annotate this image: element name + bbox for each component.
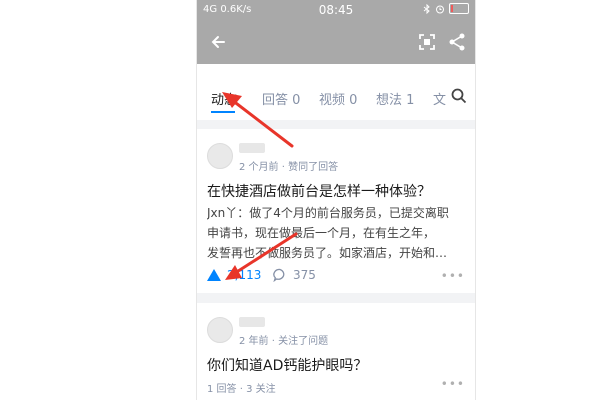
blurred-username bbox=[239, 143, 265, 153]
question-title[interactable]: 在快捷酒店做前台是怎样一种体验？ bbox=[207, 181, 431, 201]
excerpt-line: Jxn丫：做了4个月的前台服务员，已提交离职 bbox=[207, 206, 449, 220]
blurred-username bbox=[239, 317, 265, 327]
back-arrow-icon[interactable] bbox=[209, 32, 229, 52]
comment-count: 375 bbox=[293, 268, 316, 282]
upvote-button[interactable]: 2,113 bbox=[207, 268, 261, 282]
question-stats: 1 回答 · 3 关注 bbox=[207, 384, 276, 395]
profile-tabs: 动态 回答 0 视频 0 想法 1 文 bbox=[197, 64, 475, 120]
scan-qr-icon[interactable] bbox=[417, 32, 437, 52]
excerpt-line: 发誓再也不做服务员了。如家酒店，开始和… bbox=[207, 246, 448, 260]
upvote-count: 2,113 bbox=[227, 268, 262, 282]
status-icons bbox=[423, 3, 469, 14]
activity-meta: 2 年前 · 关注了问题 bbox=[239, 336, 329, 347]
question-title[interactable]: 你们知道AD钙能护眼吗？ bbox=[207, 355, 367, 375]
avatar[interactable] bbox=[207, 143, 233, 169]
activity-meta: 2 个月前 · 赞同了回答 bbox=[239, 162, 339, 173]
status-bar: 4G 0.6K/s 08:45 bbox=[197, 0, 475, 20]
more-options-icon[interactable]: ••• bbox=[441, 269, 465, 283]
app-toolbar bbox=[197, 20, 475, 64]
more-options-icon[interactable]: ••• bbox=[441, 377, 465, 391]
search-icon[interactable] bbox=[451, 88, 467, 104]
comment-button[interactable]: 375 bbox=[273, 268, 316, 282]
tab-videos[interactable]: 视频 0 bbox=[319, 89, 357, 108]
feed-card[interactable]: 2 个月前 · 赞同了回答 在快捷酒店做前台是怎样一种体验？ Jxn丫：做了4个… bbox=[197, 129, 475, 293]
upvote-triangle-icon bbox=[207, 269, 221, 281]
tab-activity[interactable]: 动态 bbox=[211, 89, 237, 108]
feed-card[interactable]: 2 年前 · 关注了问题 你们知道AD钙能护眼吗？ 1 回答 · 3 关注 ••… bbox=[197, 303, 475, 400]
tab-thoughts[interactable]: 想法 1 bbox=[376, 89, 414, 108]
tab-answers[interactable]: 回答 0 bbox=[262, 89, 300, 108]
phone-screen: 4G 0.6K/s 08:45 动态 回答 0 视频 0 想法 1 文 2 个月… bbox=[196, 0, 476, 400]
share-icon[interactable] bbox=[447, 32, 467, 52]
bluetooth-icon bbox=[423, 3, 430, 14]
active-tab-indicator bbox=[211, 111, 235, 113]
tab-articles[interactable]: 文 bbox=[433, 89, 446, 108]
excerpt-line: 申请书，现在做最后一个月，在有生之年， bbox=[207, 226, 436, 240]
alarm-icon bbox=[436, 5, 444, 13]
avatar[interactable] bbox=[207, 317, 233, 343]
answer-excerpt[interactable]: Jxn丫：做了4个月的前台服务员，已提交离职 申请书，现在做最后一个月，在有生之… bbox=[207, 203, 465, 263]
comment-icon bbox=[273, 268, 285, 282]
battery-icon bbox=[449, 3, 469, 14]
